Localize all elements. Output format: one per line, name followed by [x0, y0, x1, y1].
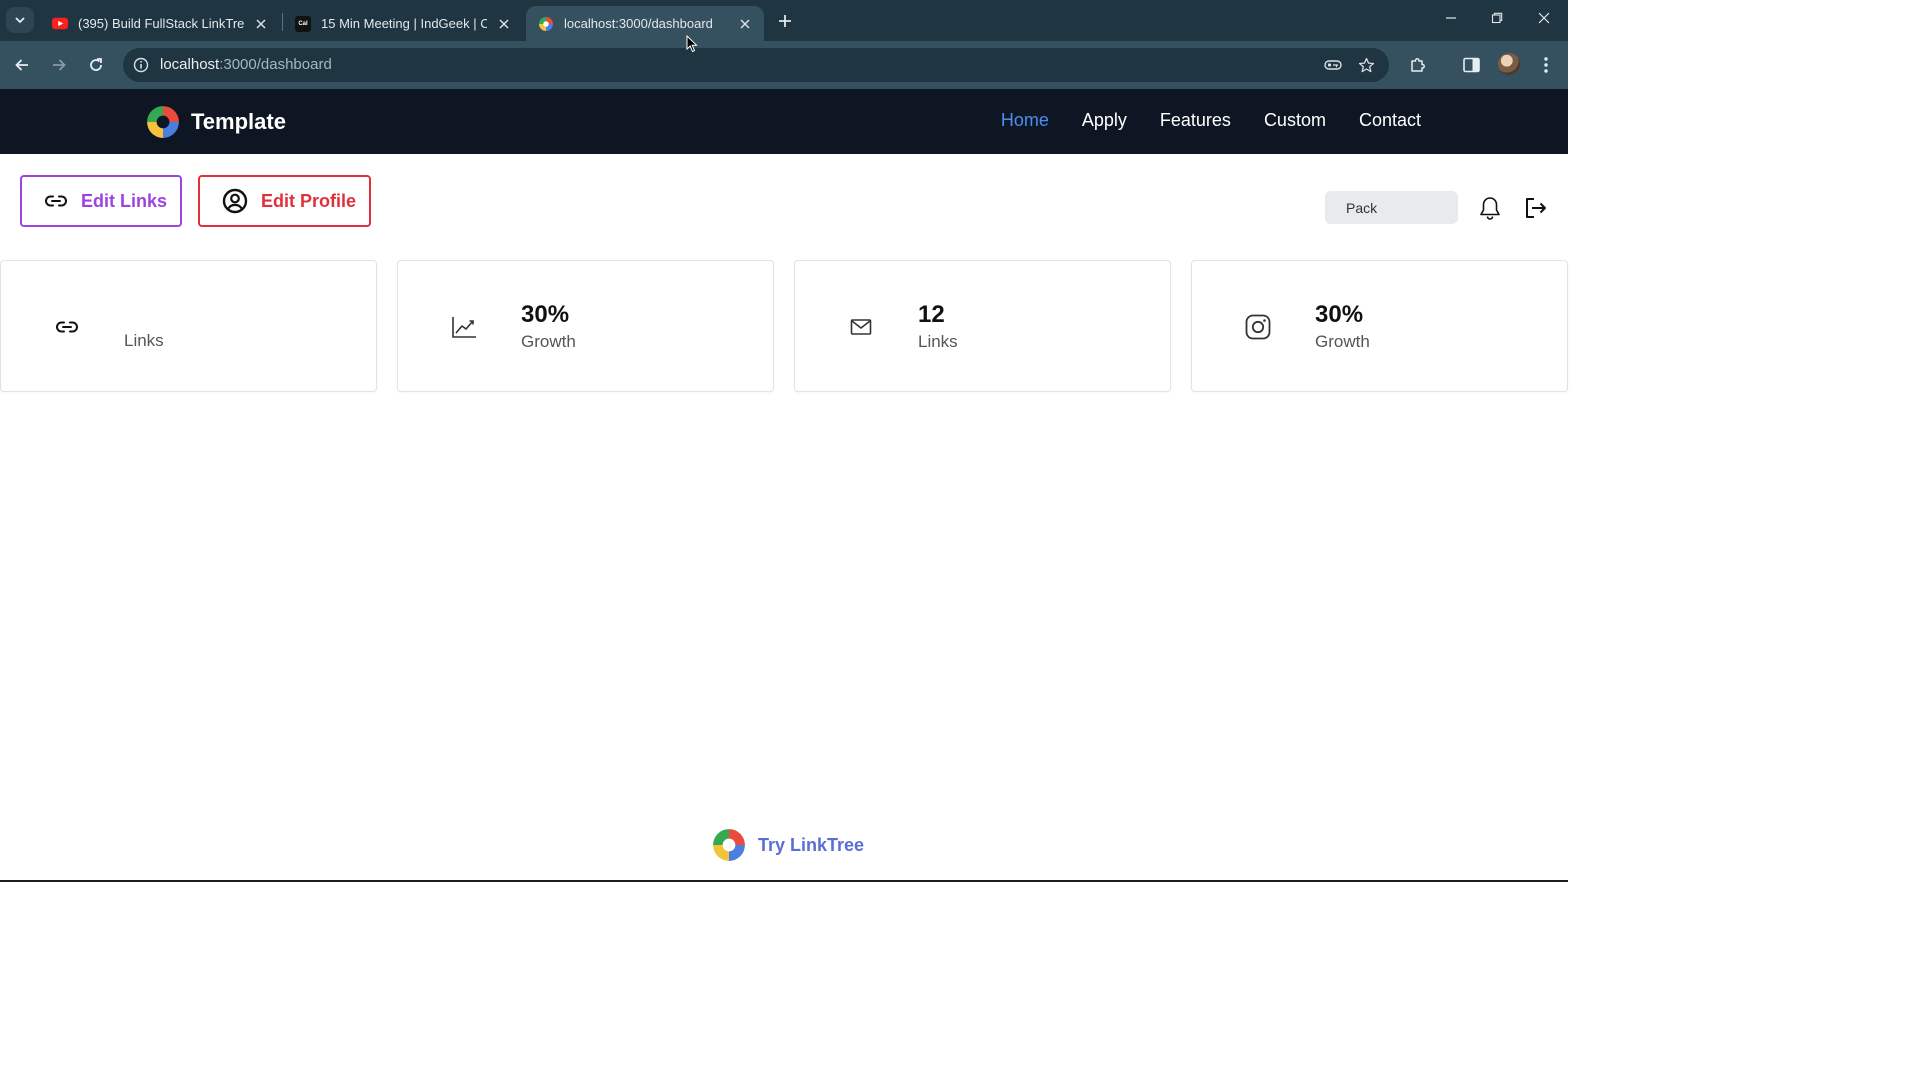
edit-links-button[interactable]: Edit Links — [20, 175, 182, 227]
restore-button[interactable] — [1485, 8, 1509, 28]
cal-favicon-text: Cal — [298, 20, 308, 27]
logout-icon[interactable] — [1522, 195, 1548, 221]
minimize-button[interactable] — [1439, 8, 1463, 28]
bottom-divider — [0, 880, 1568, 882]
app-logo-icon — [713, 829, 745, 861]
minimize-icon — [1446, 17, 1456, 19]
close-icon[interactable] — [252, 15, 270, 33]
close-window-button[interactable] — [1532, 8, 1556, 28]
stat-card-instagram-growth: 30% Growth — [1191, 260, 1568, 392]
bell-icon[interactable] — [1477, 195, 1503, 221]
try-linktree-label: Try LinkTree — [758, 834, 865, 855]
edit-profile-label: Edit Profile — [261, 190, 357, 211]
stat-label: Growth — [521, 332, 576, 351]
stat-label: Growth — [1315, 332, 1370, 351]
plus-icon — [779, 15, 791, 27]
reload-button[interactable] — [84, 53, 108, 77]
nav-link-features[interactable]: Features — [1160, 110, 1231, 131]
close-icon[interactable] — [495, 15, 513, 33]
pack-badge[interactable]: Pack — [1325, 191, 1458, 224]
browser-tab-youtube[interactable]: (395) Build FullStack LinkTree w — [40, 6, 280, 41]
edit-profile-button[interactable]: Edit Profile — [198, 175, 371, 227]
new-tab-button[interactable] — [774, 10, 796, 32]
cal-icon: Cal — [295, 15, 311, 32]
arrow-left-icon — [15, 59, 28, 71]
url-host: localhost — [160, 56, 220, 73]
nav-link-custom[interactable]: Custom — [1264, 110, 1326, 131]
site-info-icon[interactable] — [131, 55, 151, 75]
close-icon — [1538, 12, 1550, 24]
nav-link-home[interactable]: Home — [1001, 110, 1049, 131]
url-path: :3000/dashboard — [219, 56, 332, 73]
instagram-icon — [1245, 314, 1271, 340]
trending-chart-icon — [451, 314, 477, 340]
user-circle-icon — [222, 188, 248, 214]
reload-icon — [90, 58, 102, 71]
stat-value: 30% — [1315, 301, 1364, 328]
tab-title: localhost:3000/dashboard — [564, 16, 713, 31]
brand[interactable]: Template — [146, 105, 286, 139]
browser-tab-dashboard[interactable]: localhost:3000/dashboard — [526, 6, 764, 41]
address-bar[interactable]: localhost:3000/dashboard — [123, 48, 1389, 82]
close-icon[interactable] — [736, 15, 754, 33]
side-panel-icon — [1462, 57, 1480, 73]
try-linktree-link[interactable]: Try LinkTree — [712, 828, 864, 862]
nav-link-apply[interactable]: Apply — [1082, 110, 1127, 131]
mouse-cursor-icon — [686, 35, 698, 53]
browser-tab-cal[interactable]: Cal 15 Min Meeting | IndGeek | Cal — [283, 6, 523, 41]
app-logo-icon — [147, 106, 179, 138]
stat-value: 30% — [521, 301, 570, 328]
stat-label: Links — [918, 332, 958, 351]
profile-avatar[interactable] — [1498, 53, 1520, 75]
browser-menu-button[interactable] — [1534, 53, 1558, 77]
back-button[interactable] — [10, 53, 34, 77]
restore-icon — [1491, 12, 1503, 24]
nav-link-contact[interactable]: Contact — [1359, 110, 1421, 131]
app-logo-icon — [538, 16, 554, 32]
puzzle-icon — [1411, 58, 1425, 72]
main-nav: Home Apply Features Custom Contact — [1001, 110, 1421, 131]
extensions-button[interactable] — [1406, 53, 1430, 77]
stat-card-links: Links — [0, 260, 377, 392]
site-header: Template Home Apply Features Custom Cont… — [0, 89, 1568, 154]
bookmark-star-icon[interactable] — [1356, 55, 1376, 75]
link-icon — [54, 314, 80, 340]
link-icon — [44, 194, 68, 208]
url-text[interactable]: localhost:3000/dashboard — [160, 56, 332, 73]
stat-label: Links — [124, 331, 164, 350]
tab-search-button[interactable] — [6, 7, 34, 33]
tab-title: (395) Build FullStack LinkTree w — [78, 16, 244, 31]
browser-toolbar: localhost:3000/dashboard — [0, 41, 1568, 89]
password-key-icon[interactable] — [1323, 55, 1343, 75]
chevron-down-icon — [15, 17, 25, 24]
kebab-menu-icon — [1544, 57, 1548, 73]
stat-card-growth: 30% Growth — [397, 260, 774, 392]
brand-name: Template — [191, 109, 286, 134]
browser-tab-bar: (395) Build FullStack LinkTree w Cal 15 … — [0, 0, 1568, 41]
side-panel-button[interactable] — [1459, 53, 1483, 77]
stat-card-mail-links: 12 Links — [794, 260, 1171, 392]
edit-links-label: Edit Links — [81, 190, 168, 211]
youtube-icon — [52, 16, 68, 32]
tab-title: 15 Min Meeting | IndGeek | Cal — [321, 16, 487, 31]
mail-icon — [848, 314, 874, 340]
arrow-right-icon — [53, 59, 66, 71]
stat-value: 12 — [918, 301, 945, 328]
forward-button[interactable] — [47, 53, 71, 77]
